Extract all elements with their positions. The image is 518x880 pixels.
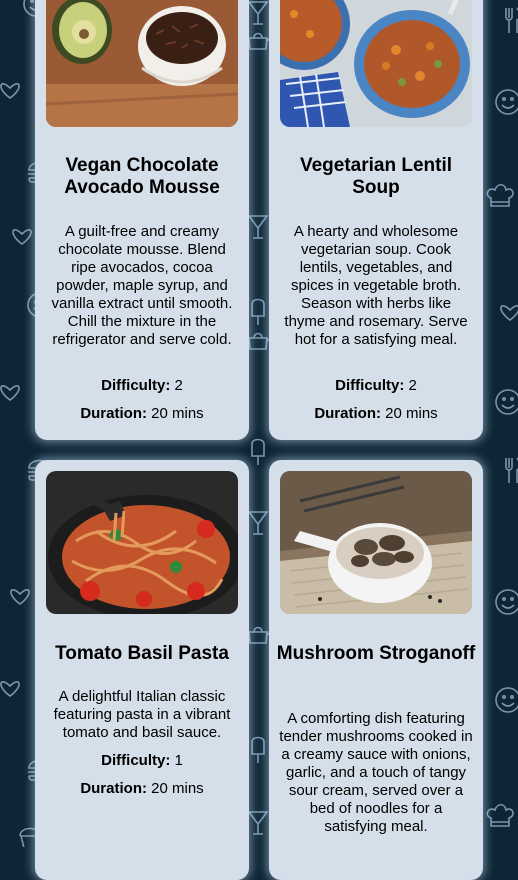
recipe-duration: Duration: 20 mins (35, 405, 249, 423)
recipe-title: Tomato Basil Pasta (55, 643, 229, 664)
difficulty-value: 2 (408, 377, 417, 394)
recipe-title: Mushroom Stroganoff (276, 643, 476, 664)
recipe-card[interactable]: Mushroom Stroganoff A comforting dish fe… (269, 460, 483, 880)
recipe-description: A guilt-free and creamy chocolate mousse… (51, 223, 233, 348)
recipe-photo (280, 471, 472, 614)
recipe-card[interactable]: Vegetarian Lentil Soup A hearty and whol… (269, 0, 483, 440)
difficulty-label: Difficulty: (335, 377, 405, 394)
duration-label: Duration: (314, 405, 381, 422)
recipe-duration: Duration: 20 mins (35, 780, 249, 798)
difficulty-label: Difficulty: (101, 752, 171, 769)
recipe-duration: Duration: 20 mins (269, 405, 483, 423)
recipe-card[interactable]: Tomato Basil Pasta A delightful Italian … (35, 460, 249, 880)
recipe-description: A delightful Italian classic featuring p… (53, 688, 231, 741)
duration-label: Duration: (80, 780, 147, 797)
recipe-difficulty: Difficulty: 2 (269, 377, 483, 395)
recipe-description: A hearty and wholesome vegetarian soup. … (284, 223, 468, 348)
recipe-difficulty: Difficulty: 1 (35, 752, 249, 770)
recipe-title: Vegetarian Lentil Soup (299, 155, 453, 198)
recipe-photo (46, 471, 238, 614)
duration-value: 20 mins (385, 405, 438, 422)
recipe-description: A comforting dish featuring tender mushr… (279, 710, 473, 835)
difficulty-value: 2 (174, 377, 183, 394)
recipe-difficulty: Difficulty: 2 (35, 377, 249, 395)
duration-value: 20 mins (151, 405, 204, 422)
duration-value: 20 mins (151, 780, 204, 797)
difficulty-value: 1 (174, 752, 183, 769)
recipe-photo (46, 0, 238, 127)
recipe-photo (280, 0, 472, 127)
difficulty-label: Difficulty: (101, 377, 171, 394)
duration-label: Duration: (80, 405, 147, 422)
recipe-card[interactable]: Vegan Chocolate Avocado Mousse A guilt-f… (35, 0, 249, 440)
recipe-title: Vegan Chocolate Avocado Mousse (64, 155, 220, 198)
